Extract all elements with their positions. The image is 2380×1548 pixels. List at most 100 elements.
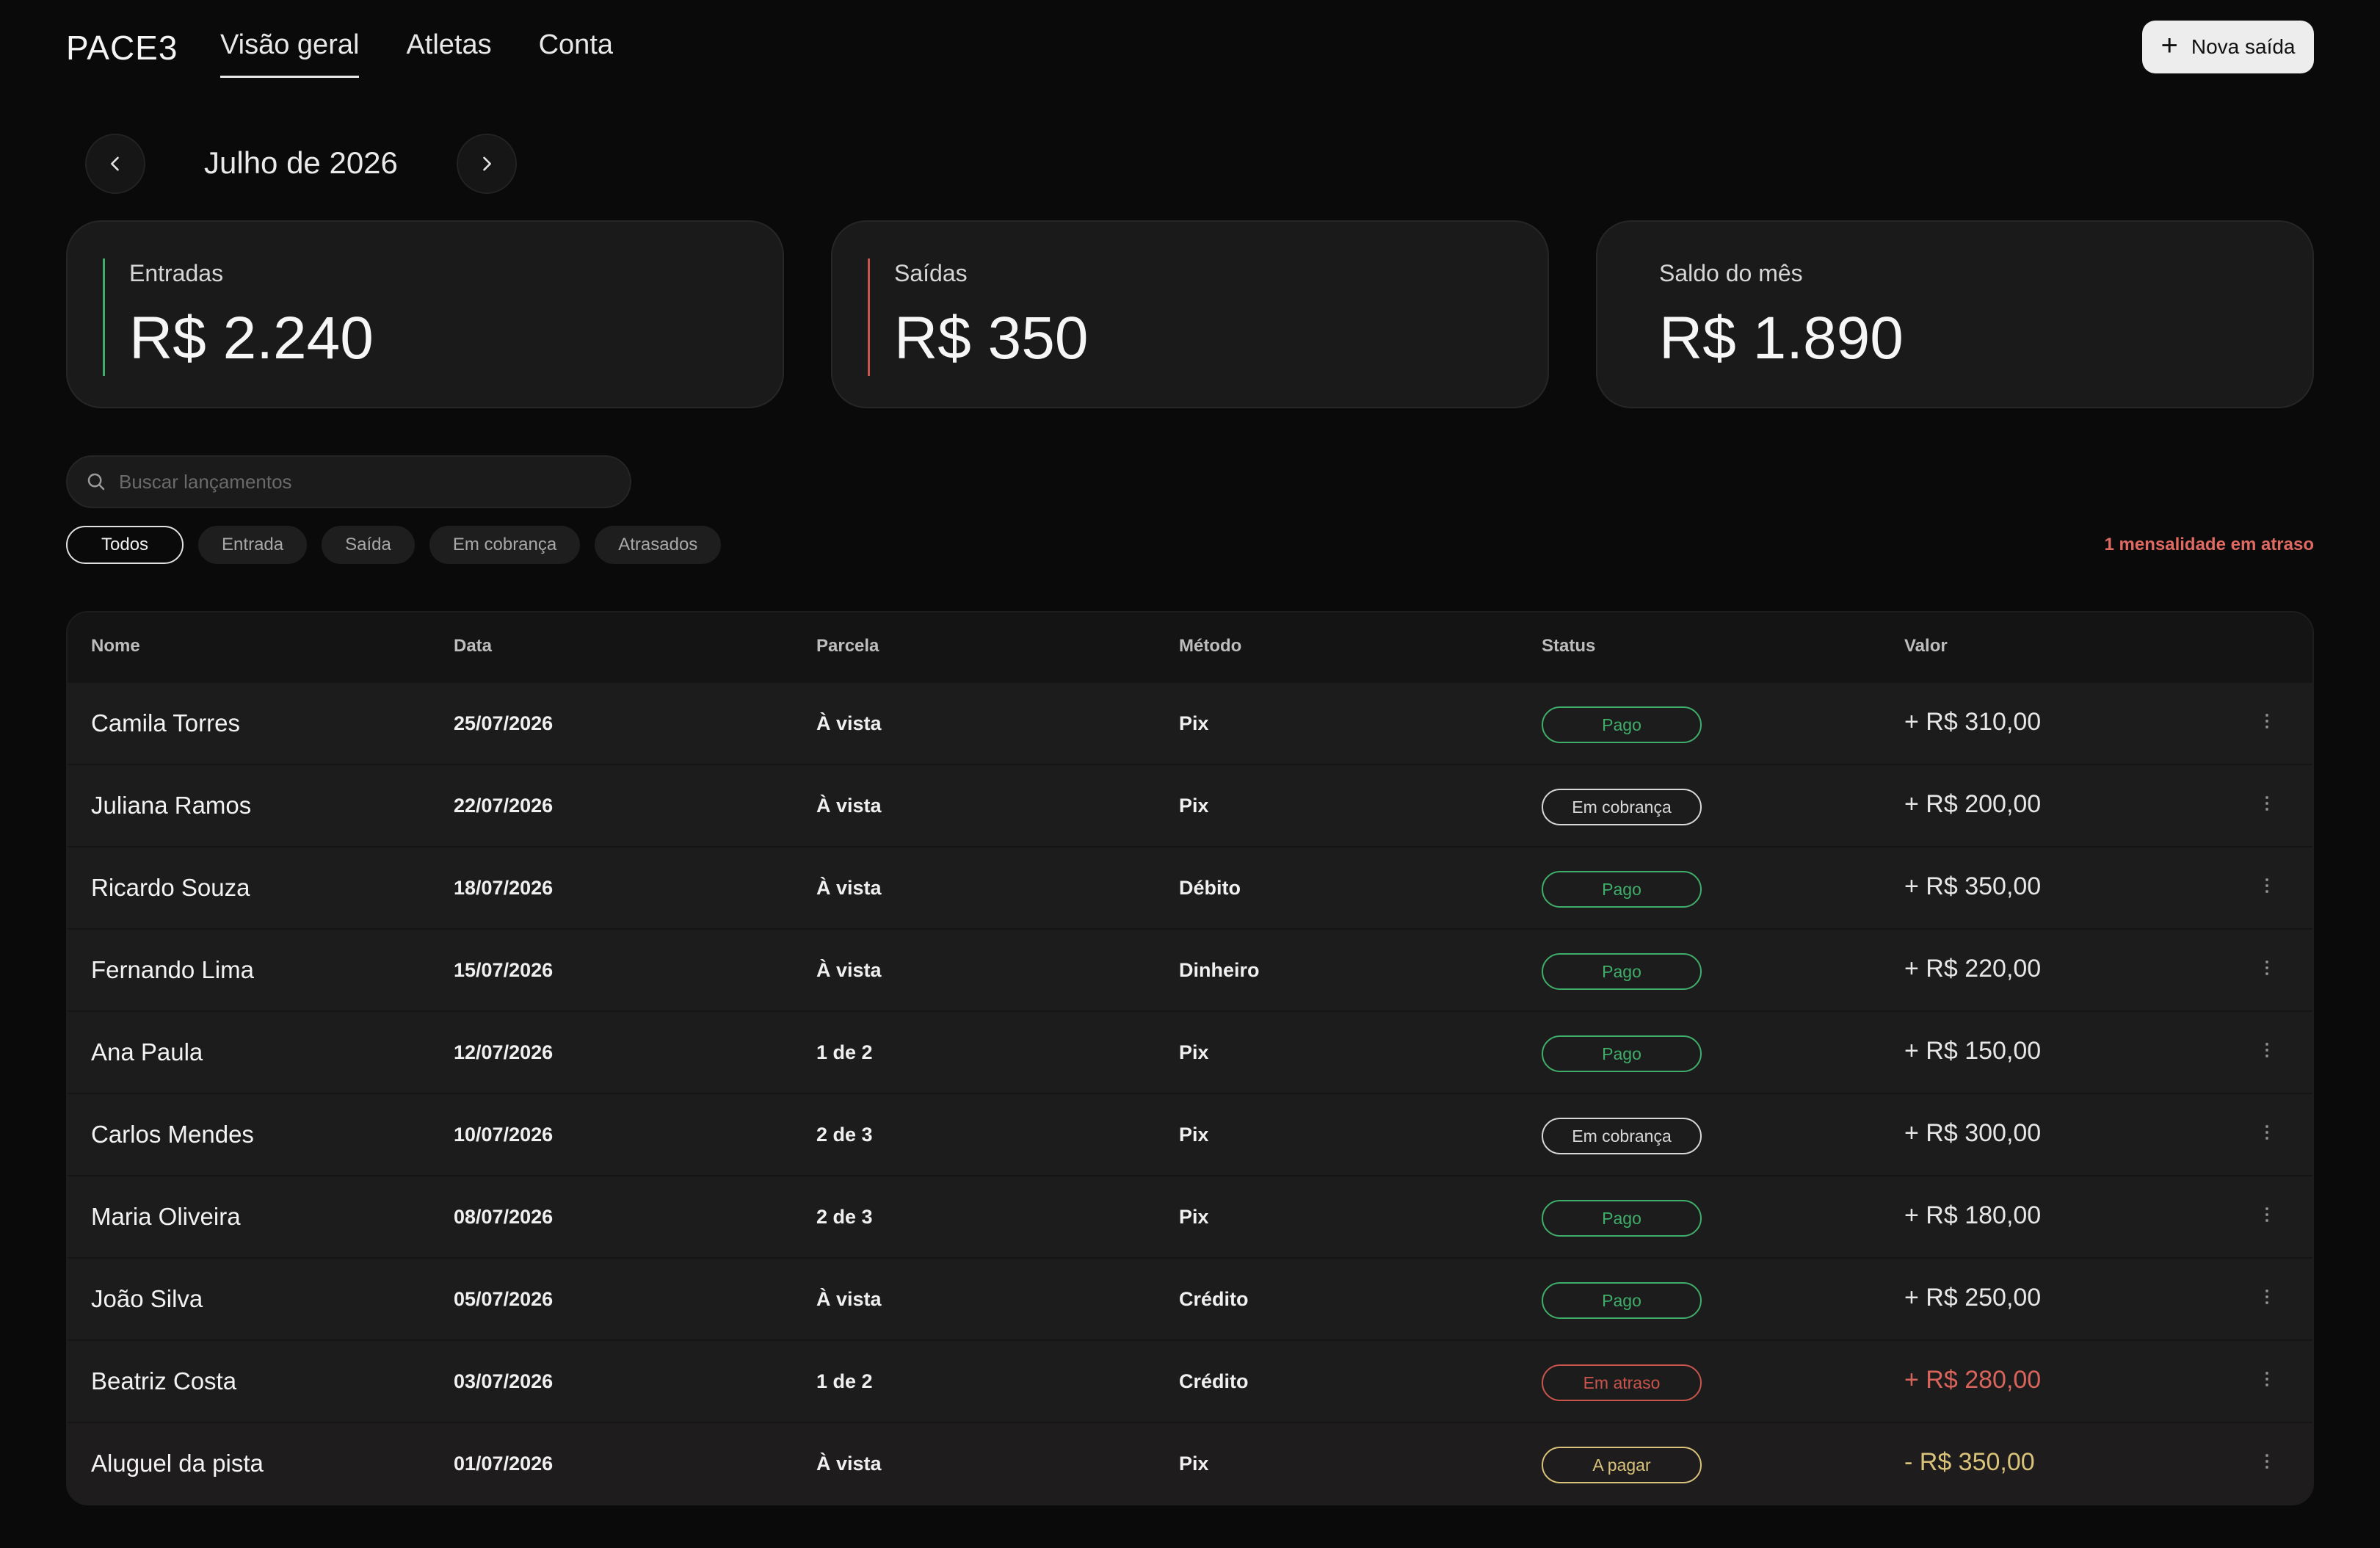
row-date: 08/07/2026 xyxy=(454,1206,554,1228)
row-amount: + R$ 280,00 xyxy=(1904,1366,2042,1394)
row-installment: À vista xyxy=(816,959,882,981)
plus-icon: + xyxy=(2160,29,2178,62)
table-row[interactable]: Ricardo Souza 18/07/2026 À vista Débito Pago… xyxy=(68,846,2312,928)
row-date: 22/07/2026 xyxy=(454,795,554,817)
more-vertical-icon[interactable] xyxy=(2260,1451,2274,1478)
status-badge: Em atraso xyxy=(1542,1364,1702,1401)
table-row[interactable]: Carlos Mendes 10/07/2026 2 de 3 Pix Em cobra… xyxy=(68,1093,2312,1175)
filter-collecting[interactable]: Em cobrança xyxy=(429,526,581,564)
status-badge: Pago xyxy=(1542,953,1702,990)
row-method: Dinheiro xyxy=(1179,959,1260,981)
new-expense-button[interactable]: + Nova saída xyxy=(2142,21,2314,73)
row-installment: À vista xyxy=(816,1288,882,1310)
table-row[interactable]: João Silva 05/07/2026 À vista Crédito Pago + … xyxy=(68,1257,2312,1339)
expenses-value: R$ 350 xyxy=(894,305,1089,372)
more-vertical-icon[interactable] xyxy=(2260,711,2274,737)
prev-month-button[interactable] xyxy=(85,134,145,194)
row-amount: - R$ 350,00 xyxy=(1904,1448,2035,1476)
nav-tab-overview[interactable]: Visão geral xyxy=(220,21,360,78)
row-date: 01/07/2026 xyxy=(454,1453,554,1475)
more-vertical-icon[interactable] xyxy=(2260,958,2274,984)
row-method: Pix xyxy=(1179,1206,1209,1228)
row-amount: + R$ 200,00 xyxy=(1904,790,2042,818)
column-header-method: Método xyxy=(1179,636,1242,656)
column-header-installment: Parcela xyxy=(816,636,879,656)
nav-tab-account[interactable]: Conta xyxy=(539,21,613,76)
column-header-date: Data xyxy=(454,636,493,656)
search-bar xyxy=(66,455,631,508)
chevron-left-icon xyxy=(111,156,119,171)
table-row[interactable]: Maria Oliveira 08/07/2026 2 de 3 Pix Pago + R… xyxy=(68,1175,2312,1257)
row-date: 25/07/2026 xyxy=(454,712,554,734)
filter-all[interactable]: Todos xyxy=(66,526,184,564)
row-amount: + R$ 150,00 xyxy=(1904,1037,2042,1065)
balance-value: R$ 1.890 xyxy=(1659,305,1904,372)
row-method: Pix xyxy=(1179,1041,1209,1063)
filter-overdue[interactable]: Atrasados xyxy=(595,526,722,564)
row-date: 10/07/2026 xyxy=(454,1124,554,1146)
filter-expense[interactable]: Saída xyxy=(322,526,415,564)
row-date: 15/07/2026 xyxy=(454,959,554,981)
next-month-button[interactable] xyxy=(457,134,517,194)
row-method: Crédito xyxy=(1179,1370,1249,1392)
row-name: Maria Oliveira xyxy=(91,1203,241,1230)
status-badge: Em cobrança xyxy=(1542,789,1702,825)
transactions-table: Nome Data Parcela Método Status Valor Ca… xyxy=(66,611,2314,1505)
balance-label: Saldo do mês xyxy=(1659,260,1803,286)
table-row[interactable]: Juliana Ramos 22/07/2026 À vista Pix Em cobr… xyxy=(68,764,2312,846)
expenses-accent-bar xyxy=(868,258,870,376)
row-name: Aluguel da pista xyxy=(91,1450,264,1477)
more-vertical-icon[interactable] xyxy=(2260,1287,2274,1313)
row-method: Débito xyxy=(1179,877,1241,899)
income-card: Entradas R$ 2.240 xyxy=(66,220,784,408)
row-name: Ana Paula xyxy=(91,1038,203,1066)
more-vertical-icon[interactable] xyxy=(2260,875,2274,902)
more-vertical-icon[interactable] xyxy=(2260,793,2274,820)
table-row[interactable]: Aluguel da pista 01/07/2026 À vista Pix A pa… xyxy=(68,1422,2312,1504)
search-input[interactable] xyxy=(119,470,589,493)
app-logo: PACE3 xyxy=(66,29,178,67)
table-row[interactable]: Fernando Lima 15/07/2026 À vista Dinheiro Pa… xyxy=(68,928,2312,1010)
row-date: 12/07/2026 xyxy=(454,1041,554,1063)
expenses-label: Saídas xyxy=(894,260,968,286)
income-label: Entradas xyxy=(129,260,224,286)
more-vertical-icon[interactable] xyxy=(2260,1122,2274,1149)
status-badge: Pago xyxy=(1542,1035,1702,1072)
row-name: Juliana Ramos xyxy=(91,792,252,819)
chevron-right-icon xyxy=(483,156,491,171)
row-amount: + R$ 250,00 xyxy=(1904,1284,2042,1312)
status-badge: Em cobrança xyxy=(1542,1118,1702,1154)
table-header: Nome Data Parcela Método Status Valor xyxy=(68,612,2312,681)
status-badge: Pago xyxy=(1542,1200,1702,1237)
row-amount: + R$ 350,00 xyxy=(1904,872,2042,900)
filter-income[interactable]: Entrada xyxy=(198,526,308,564)
status-badge: Pago xyxy=(1542,871,1702,908)
search-icon xyxy=(87,473,105,491)
row-amount: + R$ 300,00 xyxy=(1904,1119,2042,1147)
row-installment: 1 de 2 xyxy=(816,1370,873,1392)
more-vertical-icon[interactable] xyxy=(2260,1040,2274,1066)
table-row[interactable]: Beatriz Costa 03/07/2026 1 de 2 Crédito Em a… xyxy=(68,1339,2312,1422)
row-name: Beatriz Costa xyxy=(91,1367,237,1395)
expenses-card: Saídas R$ 350 xyxy=(831,220,1549,408)
row-date: 05/07/2026 xyxy=(454,1288,554,1310)
row-installment: À vista xyxy=(816,877,882,899)
status-badge: Pago xyxy=(1542,706,1702,743)
table-row[interactable]: Camila Torres 25/07/2026 À vista Pix Pago + R… xyxy=(68,681,2312,764)
more-vertical-icon[interactable] xyxy=(2260,1369,2274,1395)
row-name: João Silva xyxy=(91,1285,203,1312)
status-badge: A pagar xyxy=(1542,1447,1702,1483)
row-date: 03/07/2026 xyxy=(454,1370,554,1392)
income-value: R$ 2.240 xyxy=(129,305,374,372)
month-label: Julho de 2026 xyxy=(204,145,398,180)
filter-chips: Todos Entrada Saída Em cobrança Atrasado… xyxy=(66,526,722,564)
row-amount: + R$ 180,00 xyxy=(1904,1201,2042,1229)
row-amount: + R$ 310,00 xyxy=(1904,708,2042,736)
table-row[interactable]: Ana Paula 12/07/2026 1 de 2 Pix Pago + R$ 150… xyxy=(68,1010,2312,1093)
row-installment: 1 de 2 xyxy=(816,1041,873,1063)
row-installment: 2 de 3 xyxy=(816,1124,873,1146)
row-name: Ricardo Souza xyxy=(91,874,250,901)
more-vertical-icon[interactable] xyxy=(2260,1204,2274,1231)
nav-tab-athletes[interactable]: Atletas xyxy=(406,21,491,76)
column-header-amount: Valor xyxy=(1904,636,1948,656)
